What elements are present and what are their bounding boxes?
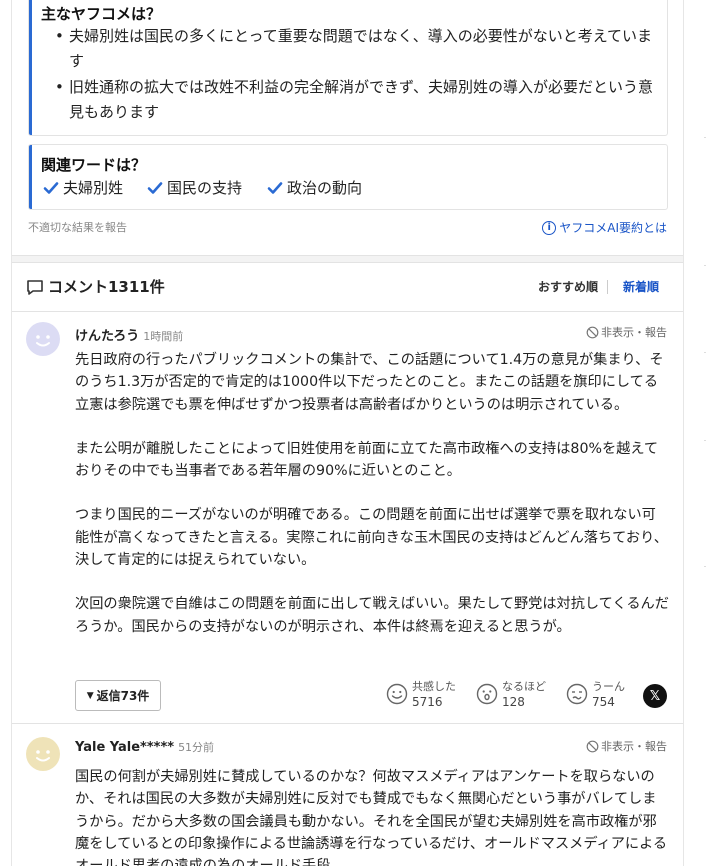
sort-recommended-tab[interactable]: おすすめ順 xyxy=(538,278,598,295)
comment-paragraph: 先日政府の行ったパブリックコメントの集計で、この話題について1.4万の意見が集ま… xyxy=(75,352,664,413)
x-share-icon[interactable]: 𝕏 xyxy=(643,684,667,708)
accent-bar xyxy=(29,145,32,209)
sort-newest-tab[interactable]: 新着順 xyxy=(623,278,659,295)
sort-divider xyxy=(607,280,608,294)
comment-body: 国民の何割が夫婦別姓に賛成しているのかな？何故マスメディアはアンケートを取らない… xyxy=(75,766,669,866)
hmm-face-icon xyxy=(566,683,588,705)
info-icon: i xyxy=(542,220,557,235)
check-icon xyxy=(43,181,59,194)
smile-face-icon xyxy=(386,683,408,705)
section-divider xyxy=(12,255,683,263)
comment-time: 51分前 xyxy=(178,741,215,754)
right-side-strip xyxy=(684,0,706,866)
avatar xyxy=(26,322,60,356)
related-word[interactable]: 国民の支持 xyxy=(147,177,242,198)
avatar xyxy=(26,737,60,771)
smiley-face-icon xyxy=(36,335,50,347)
reaction-insight-button[interactable]: なるほど 128 xyxy=(476,680,546,710)
hide-report-link[interactable]: 非表示・報告 xyxy=(586,324,667,340)
check-icon xyxy=(267,181,283,194)
caret-down-icon: ▼ xyxy=(86,690,94,701)
main-column: 主なヤフコメは？ 夫婦別姓は国民の多くにとって重要な問題ではなく、導入の必要性が… xyxy=(11,0,684,866)
related-title: 関連ワードは？ xyxy=(41,156,147,174)
reaction-hmm-button[interactable]: うーん 754 xyxy=(566,680,625,710)
speech-bubble-icon xyxy=(27,279,43,295)
related-word[interactable]: 夫婦別姓 xyxy=(43,177,123,198)
accent-bar xyxy=(29,0,32,135)
reply-toggle-button[interactable]: ▼ 返信73件 xyxy=(75,680,161,711)
summary-card: 主なヤフコメは？ 夫婦別姓は国民の多くにとって重要な問題ではなく、導入の必要性が… xyxy=(28,0,668,136)
reaction-empathy-button[interactable]: 共感した 5716 xyxy=(386,680,456,710)
ai-summary-link[interactable]: i ヤフコメAI要約とは xyxy=(542,219,667,236)
summary-bullet: 夫婦別姓は国民の多くにとって重要な問題ではなく、導入の必要性がないと考えています xyxy=(55,24,665,74)
comment-paragraph: 次回の衆院選で自維はこの問題を前面に出して戦えばいい。果たして野党は対抗してくる… xyxy=(75,596,669,635)
summary-bullet: 旧姓通称の拡大では改姓不利益の完全解消ができず、夫婦別姓の導入が必要だという意見… xyxy=(55,75,665,125)
comment-paragraph: つまり国民的ニーズがないのが明確である。この問題を前面に出せば選挙で票を取れない… xyxy=(75,507,668,569)
related-words-card: 関連ワードは？ 夫婦別姓 国民の支持 政治の動向 xyxy=(28,144,668,210)
surprised-face-icon xyxy=(476,683,498,705)
comment-item: けんたろう 1時間前 非表示・報告 先日政府の行ったパブリックコメントの集計で、こ… xyxy=(12,312,683,722)
related-word[interactable]: 政治の動向 xyxy=(267,177,362,198)
report-link[interactable]: 不適切な結果を報告 xyxy=(28,219,127,235)
summary-title: 主なヤフコメは？ xyxy=(41,5,162,23)
hide-report-link[interactable]: 非表示・報告 xyxy=(586,738,667,754)
comment-author[interactable]: Yale Yale***** 51分前 xyxy=(75,739,214,755)
comment-time: 1時間前 xyxy=(143,330,184,343)
comment-paragraph: また公明が離脱したことによって旧姓使用を前面に立てた高市政権への支持は80%を越… xyxy=(75,440,659,480)
comment-paragraph: 国民の何割が夫婦別姓に賛成しているのかな？何故マスメディアはアンケートを取らない… xyxy=(75,769,668,866)
comments-title: コメント1311件 xyxy=(26,276,165,297)
comment-item: Yale Yale***** 51分前 非表示・報告 国民の何割が夫婦別姓に賛成し… xyxy=(12,724,683,866)
comment-author[interactable]: けんたろう 1時間前 xyxy=(75,325,183,344)
block-icon xyxy=(586,740,599,752)
comment-body: 先日政府の行ったパブリックコメントの集計で、この話題について1.4万の意見が集ま… xyxy=(75,349,669,638)
check-icon xyxy=(147,181,163,194)
block-icon xyxy=(586,326,599,338)
comments-header: コメント1311件 おすすめ順 新着順 xyxy=(12,266,683,310)
smiley-face-icon xyxy=(36,750,50,762)
